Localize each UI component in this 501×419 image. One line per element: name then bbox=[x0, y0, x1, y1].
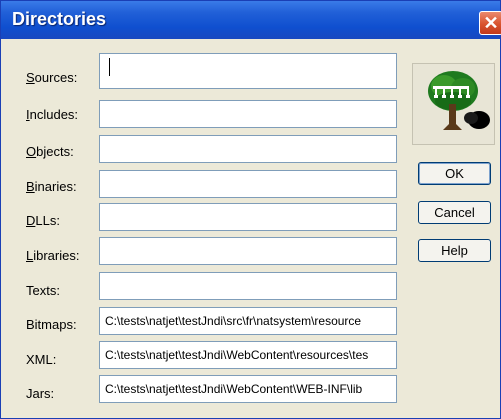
includes-label: Includes: bbox=[26, 105, 78, 125]
close-button[interactable]: ✕ bbox=[479, 11, 501, 35]
includes-label-rest: ncludes: bbox=[29, 107, 79, 122]
binaries-field[interactable] bbox=[99, 170, 397, 198]
ok-button[interactable]: OK bbox=[418, 162, 491, 185]
sources-label: Sources: bbox=[26, 68, 77, 88]
directories-dialog: Directories ✕ Sources: Includes: Objects… bbox=[0, 0, 501, 419]
binaries-label-accel: B bbox=[26, 179, 35, 194]
cancel-button[interactable]: Cancel bbox=[418, 201, 491, 224]
help-button[interactable]: Help bbox=[418, 239, 491, 262]
binaries-label-rest: inaries: bbox=[34, 179, 77, 194]
xml-label: XML: bbox=[26, 352, 57, 367]
texts-field[interactable] bbox=[99, 272, 397, 300]
jars-label: Jars: bbox=[26, 386, 55, 401]
directory-tree-icon bbox=[428, 71, 490, 130]
text-cursor bbox=[109, 58, 110, 76]
bitmaps-label: Bitmaps: bbox=[26, 317, 77, 332]
includes-field[interactable] bbox=[99, 100, 397, 128]
binaries-label: Binaries: bbox=[26, 177, 77, 197]
libraries-label: Libraries: bbox=[26, 246, 79, 266]
sources-label-accel: S bbox=[26, 70, 35, 85]
objects-label-rest: bjects: bbox=[36, 144, 74, 159]
objects-label: Objects: bbox=[26, 142, 74, 162]
jars-field[interactable] bbox=[99, 375, 397, 403]
dlls-label-accel: D bbox=[26, 213, 36, 228]
objects-label-accel: O bbox=[26, 144, 37, 159]
sources-field[interactable] bbox=[99, 53, 397, 89]
objects-field[interactable] bbox=[99, 135, 397, 163]
close-icon: ✕ bbox=[483, 13, 499, 33]
dlls-field[interactable] bbox=[99, 203, 397, 231]
title-bar[interactable]: Directories ✕ bbox=[1, 1, 501, 39]
tree-icon-panel bbox=[412, 63, 495, 145]
texts-label: Texts: bbox=[26, 283, 60, 298]
bitmaps-field[interactable] bbox=[99, 307, 397, 335]
dlls-label: DLLs: bbox=[26, 211, 60, 231]
xml-field[interactable] bbox=[99, 341, 397, 369]
window-title: Directories bbox=[12, 9, 107, 29]
libraries-field[interactable] bbox=[99, 237, 397, 265]
sources-label-rest: ources: bbox=[34, 70, 78, 85]
libraries-label-rest: ibraries: bbox=[33, 248, 80, 263]
dlls-label-rest: LLs: bbox=[35, 213, 60, 228]
